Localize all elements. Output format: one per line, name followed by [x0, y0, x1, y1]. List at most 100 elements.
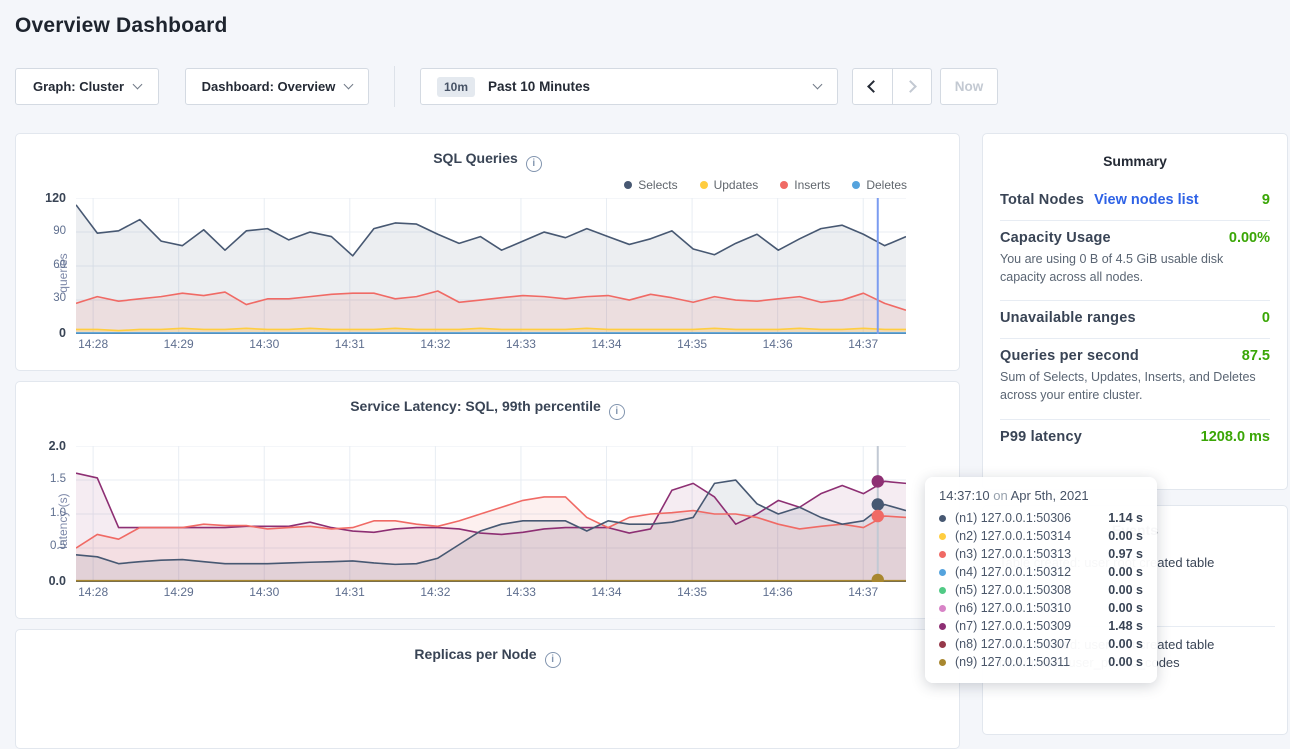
x-tick-label: 14:30	[242, 337, 286, 351]
tooltip-node-row: (n6) 127.0.0.1:50310 0.00 s	[939, 599, 1143, 617]
summary-title: Summary	[983, 134, 1287, 169]
node-latency-value: 0.97 s	[1108, 547, 1143, 561]
tooltip-timestamp: 14:37:10 on Apr 5th, 2021	[939, 488, 1143, 503]
legend-item: Deletes	[852, 178, 907, 192]
capacity-usage-value: 0.00%	[1229, 230, 1270, 246]
page-title: Overview Dashboard	[15, 14, 228, 38]
node-latency-value: 0.00 s	[1108, 601, 1143, 615]
sql-queries-plot[interactable]	[76, 198, 906, 334]
p99-latency-value: 1208.0 ms	[1201, 429, 1270, 445]
time-range-badge: 10m	[437, 77, 475, 97]
x-tick-label: 14:37	[841, 337, 885, 351]
node-address: (n2) 127.0.0.1:50314	[955, 529, 1071, 543]
summary-row-capacity: Capacity Usage 0.00%	[1000, 221, 1270, 248]
chart-title-row: Replicas per Node i	[16, 630, 959, 668]
legend-dot	[700, 181, 708, 189]
y-tick-label: 120	[26, 191, 66, 205]
x-tick-label: 14:34	[585, 585, 629, 599]
y-tick-label: 2.0	[26, 439, 66, 453]
y-tick-label: 0.5	[26, 540, 66, 552]
now-button[interactable]: Now	[940, 68, 998, 105]
x-axis-ticks: 14:2814:2914:3014:3114:3214:3314:3414:35…	[76, 585, 906, 603]
chart-title: Replicas per Node	[414, 646, 536, 662]
x-tick-label: 14:33	[499, 337, 543, 351]
legend-dot	[852, 181, 860, 189]
node-series-dot	[939, 569, 946, 576]
view-nodes-list-link[interactable]: View nodes list	[1094, 192, 1199, 208]
x-tick-label: 14:32	[413, 585, 457, 599]
x-tick-label: 14:33	[499, 585, 543, 599]
x-tick-label: 14:28	[71, 337, 115, 351]
next-time-button[interactable]	[892, 69, 931, 104]
x-tick-label: 14:36	[756, 585, 800, 599]
capacity-usage-label: Capacity Usage	[1000, 230, 1111, 246]
info-icon[interactable]: i	[526, 156, 542, 172]
node-series-dot	[939, 533, 946, 540]
node-series-dot	[939, 587, 946, 594]
summary-row-qps: Queries per second 87.5	[1000, 339, 1270, 366]
unavailable-ranges-label: Unavailable ranges	[1000, 310, 1136, 326]
legend-item: Selects	[624, 178, 677, 192]
x-tick-label: 14:36	[756, 337, 800, 351]
y-tick-label: 1.0	[26, 507, 66, 519]
node-latency-value: 0.00 s	[1108, 565, 1143, 579]
total-nodes-value: 9	[1262, 192, 1270, 208]
y-tick-label: 90	[26, 225, 66, 237]
x-tick-label: 14:35	[670, 337, 714, 351]
summary-row-unavailable: Unavailable ranges 0	[1000, 301, 1270, 328]
info-icon[interactable]: i	[609, 404, 625, 420]
x-tick-label: 14:29	[157, 337, 201, 351]
queries-per-second-label: Queries per second	[1000, 348, 1139, 364]
queries-per-second-value: 87.5	[1242, 348, 1270, 364]
chart-title: Service Latency: SQL, 99th percentile	[350, 398, 601, 414]
prev-time-button[interactable]	[853, 69, 892, 104]
x-tick-label: 14:28	[71, 585, 115, 599]
node-series-dot	[939, 623, 946, 630]
dashboard-dropdown[interactable]: Dashboard: Overview	[185, 68, 369, 105]
capacity-usage-desc: You are using 0 B of 4.5 GiB usable disk…	[1000, 248, 1270, 290]
x-tick-label: 14:35	[670, 585, 714, 599]
node-address: (n9) 127.0.0.1:50311	[955, 655, 1070, 669]
graph-dropdown[interactable]: Graph: Cluster	[15, 68, 159, 105]
queries-per-second-desc: Sum of Selects, Updates, Inserts, and De…	[1000, 366, 1270, 408]
node-latency-value: 0.00 s	[1108, 583, 1143, 597]
chevron-down-icon	[344, 80, 354, 90]
legend-dot	[624, 181, 632, 189]
node-address: (n5) 127.0.0.1:50308	[955, 583, 1071, 597]
info-icon[interactable]: i	[545, 652, 561, 668]
node-address: (n8) 127.0.0.1:50307	[955, 637, 1071, 651]
node-latency-value: 0.00 s	[1108, 655, 1143, 669]
tooltip-node-row: (n8) 127.0.0.1:503070.00 s	[939, 635, 1143, 653]
tooltip-time: 14:37:10	[939, 488, 990, 503]
node-series-dot	[939, 641, 946, 648]
chart-legend: Selects Updates Inserts Deletes	[624, 178, 907, 192]
summary-panel: Summary Total Nodes View nodes list 9 Ca…	[982, 133, 1288, 490]
summary-row-total-nodes: Total Nodes View nodes list 9	[1000, 183, 1270, 210]
legend-item: Inserts	[780, 178, 830, 192]
node-address: (n7) 127.0.0.1:50309	[955, 619, 1071, 633]
chart-title-row: SQL Queriesi	[16, 134, 959, 172]
node-address: (n6) 127.0.0.1:50310	[955, 601, 1071, 615]
controls-divider	[394, 66, 395, 107]
chevron-left-icon	[868, 80, 881, 93]
y-tick-label: 30	[26, 292, 66, 304]
chevron-down-icon	[813, 80, 823, 90]
x-tick-label: 14:29	[157, 585, 201, 599]
chevron-right-icon	[904, 80, 917, 93]
node-address: (n1) 127.0.0.1:50306	[955, 511, 1071, 525]
service-latency-plot[interactable]	[76, 446, 906, 582]
legend-item: Updates	[700, 178, 759, 192]
tooltip-node-row: (n5) 127.0.0.1:50308 0.00 s	[939, 581, 1143, 599]
time-nav-group	[852, 68, 932, 105]
node-series-dot	[939, 515, 946, 522]
p99-latency-label: P99 latency	[1000, 429, 1082, 445]
node-address: (n4) 127.0.0.1:50312	[955, 565, 1071, 579]
sql-queries-card: SQL Queriesi Selects Updates Inserts Delete…	[15, 133, 960, 371]
x-tick-label: 14:31	[328, 585, 372, 599]
node-series-dot	[939, 551, 946, 558]
time-range-dropdown[interactable]: 10m Past 10 Minutes	[420, 68, 838, 105]
chart-title-row: Service Latency: SQL, 99th percentile i	[16, 382, 959, 420]
chart-svg	[76, 198, 906, 334]
x-tick-label: 14:37	[841, 585, 885, 599]
tooltip-node-row: (n9) 127.0.0.1:50311 0.00 s	[939, 653, 1143, 671]
